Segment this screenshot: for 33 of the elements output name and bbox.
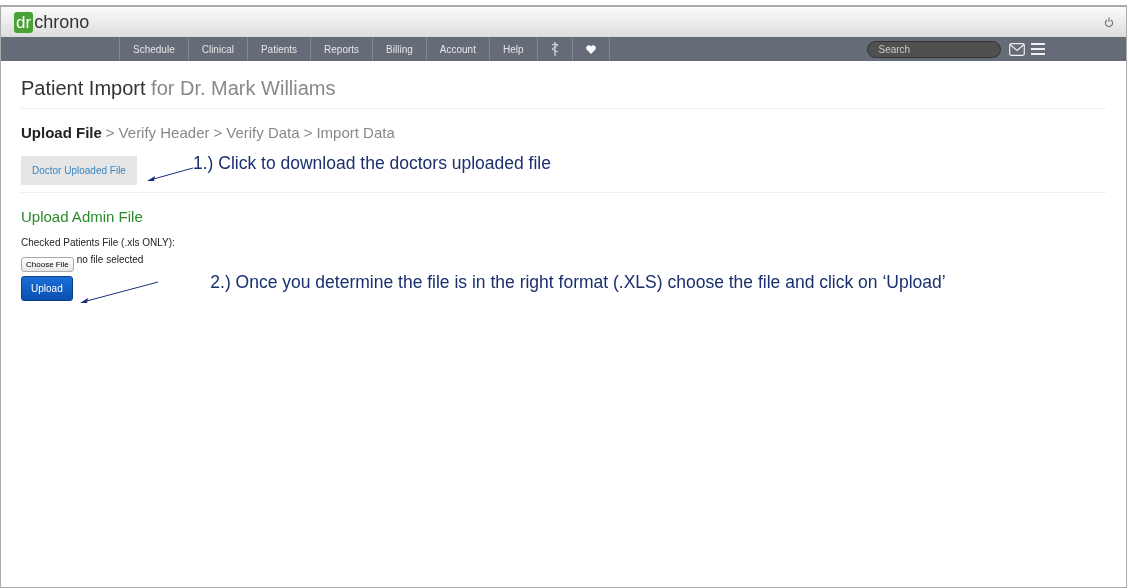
- breadcrumb-step: Upload File: [21, 124, 102, 141]
- nav-tab[interactable]: Billing: [373, 37, 427, 61]
- annotation-arrow: [146, 167, 194, 183]
- power-icon[interactable]: [1104, 16, 1114, 28]
- nav-tab[interactable]: Schedule: [120, 37, 189, 61]
- file-status: no file selected: [76, 254, 144, 265]
- upload-button[interactable]: Upload: [21, 276, 73, 301]
- breadcrumb-step: Verify Data: [226, 124, 300, 141]
- field-label: Checked Patients File (.xls ONLY):: [21, 237, 176, 248]
- nav-tab[interactable]: Clinical: [188, 37, 248, 61]
- breadcrumb-separator: >: [303, 124, 313, 141]
- logo-text: chrono: [34, 11, 90, 33]
- heart-icon[interactable]: [585, 44, 596, 54]
- mail-icon[interactable]: [1008, 42, 1025, 56]
- page-title: Patient Import: [21, 77, 146, 99]
- nav-tab[interactable]: Patients: [247, 37, 312, 61]
- nav-tab[interactable]: Account: [426, 37, 490, 61]
- download-button[interactable]: Doctor Uploaded File: [21, 156, 137, 185]
- breadcrumb-step: Import Data: [316, 124, 395, 141]
- search-field[interactable]: Search: [866, 40, 1001, 58]
- choose-file-button[interactable]: Choose File: [21, 257, 74, 272]
- section-heading: Upload Admin File: [21, 208, 144, 225]
- menu-icon[interactable]: [1030, 43, 1045, 55]
- logo-mark: dr: [14, 11, 34, 33]
- annotation-text: 2.) Once you determine the file is in the right format (.XLS) choose the file and click on ‘Upload’: [209, 271, 947, 294]
- staff-icon[interactable]: [550, 42, 559, 56]
- breadcrumb-separator: >: [105, 124, 115, 141]
- annotation-text: 1.) Click to download the doctors uploaded file: [193, 153, 551, 174]
- page-subtitle: for Dr. Mark Williams: [151, 77, 336, 99]
- nav-tab[interactable]: Help: [489, 37, 538, 61]
- nav-tab[interactable]: Reports: [311, 37, 374, 61]
- breadcrumb-step: Verify Header: [118, 124, 210, 141]
- breadcrumb-separator: >: [213, 124, 223, 141]
